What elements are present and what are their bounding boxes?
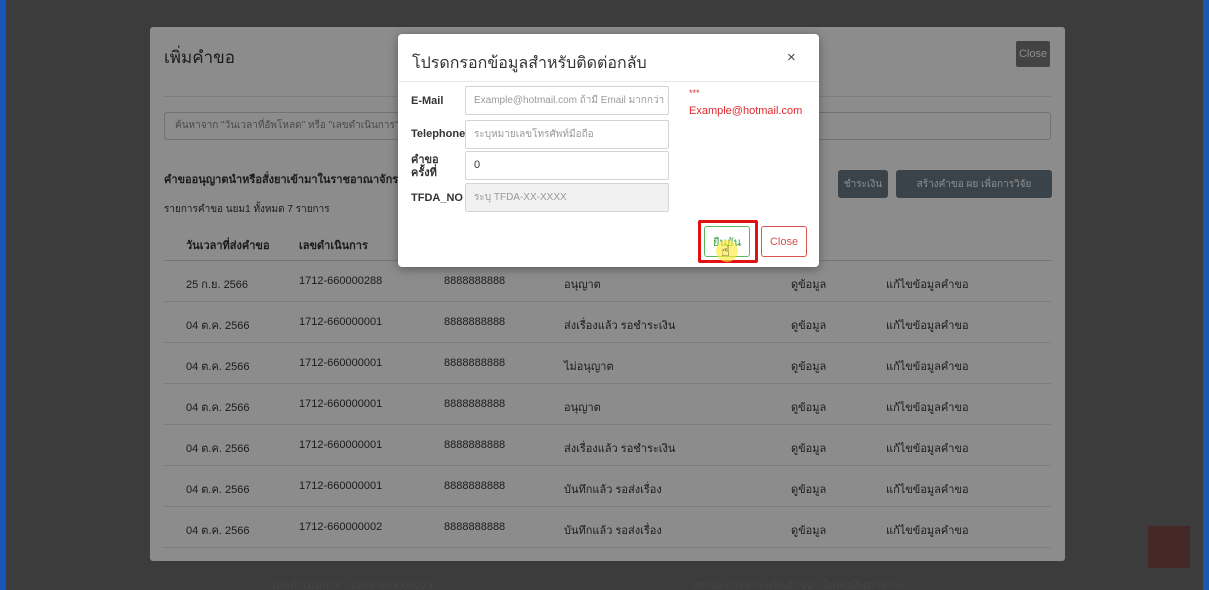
contact-dialog: โปรดกรอกข้อมูลสำหรับติดต่อกลับ × E-Mail … bbox=[398, 34, 819, 267]
email-label: E-Mail bbox=[411, 95, 444, 107]
dialog-divider bbox=[398, 81, 819, 82]
tfda-label: TFDA_NO bbox=[411, 192, 463, 204]
close-icon[interactable]: × bbox=[787, 49, 796, 66]
telephone-field[interactable]: ระบุหมายเลขโทรศัพท์มือถือ bbox=[465, 120, 669, 149]
telephone-label: Telephone bbox=[411, 128, 466, 140]
request-count-field[interactable]: 0 bbox=[465, 151, 669, 180]
dialog-close-button[interactable]: Close bbox=[761, 226, 807, 257]
required-mark: *** bbox=[689, 88, 700, 98]
dialog-title: โปรดกรอกข้อมูลสำหรับติดต่อกลับ bbox=[412, 55, 647, 72]
request-count-label: คำขอครั้งที่ bbox=[411, 154, 439, 179]
email-field[interactable]: Example@hotmail.com ถ้ามี Email มากกว่า … bbox=[465, 86, 669, 115]
tfda-field[interactable]: ระบุ TFDA-XX-XXXX bbox=[465, 183, 669, 212]
hand-cursor-icon: ☝ bbox=[721, 243, 731, 260]
email-example-hint: Example@hotmail.com bbox=[689, 105, 803, 117]
